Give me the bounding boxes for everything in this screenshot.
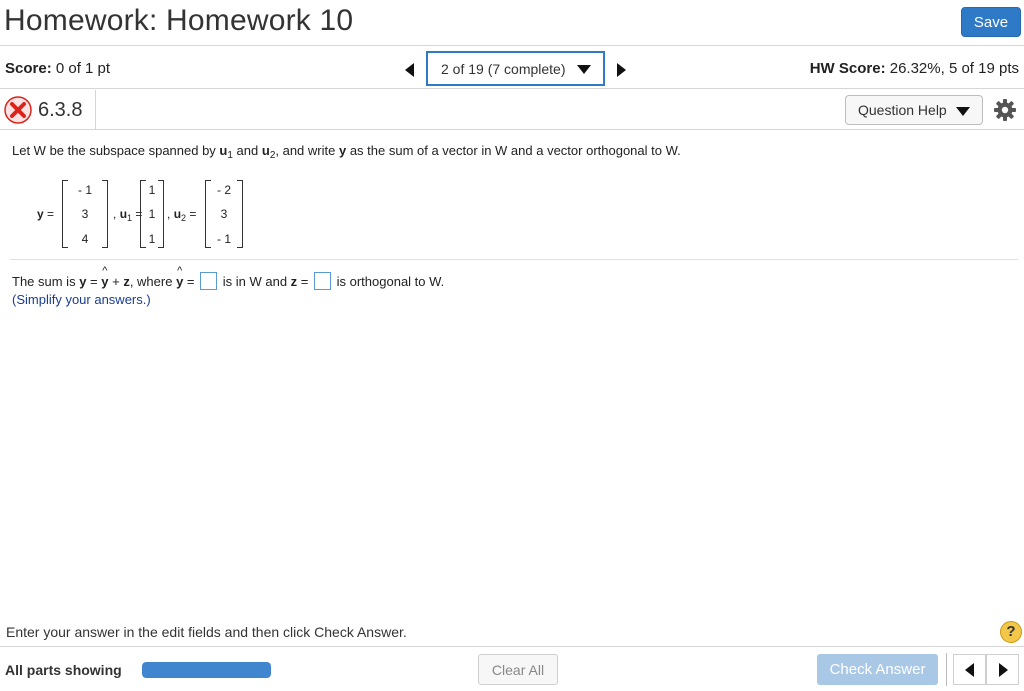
matrix-cell: 1 (148, 207, 156, 221)
help-question-icon[interactable]: ? (1000, 621, 1022, 643)
matrix-cell: 3 (220, 207, 228, 221)
footer-bar: All parts showing Clear All Check Answer (0, 646, 1024, 691)
statement-text: , where (129, 274, 177, 289)
statement-text: is orthogonal to W. (336, 274, 445, 289)
equals-sign: = (86, 274, 102, 289)
matrix-cell: 4 (81, 232, 89, 246)
question-bar: 6.3.8 Question Help (0, 90, 1024, 130)
prompt-text: , and write (275, 143, 339, 158)
next-question-icon[interactable] (607, 55, 637, 85)
comma: , (113, 207, 117, 221)
prompt-text: Let W be the subspace spanned by (12, 143, 220, 158)
z-answer-field[interactable] (314, 272, 331, 290)
save-button[interactable]: Save (961, 7, 1021, 37)
score-label: Score: (5, 60, 52, 77)
matrix-cell: - 1 (77, 183, 92, 197)
y-hat-symbol: y (101, 265, 108, 289)
u1-subscript: 1 (127, 213, 133, 223)
page-title: Homework: Homework 10 (4, 4, 354, 37)
matrix-cell: - 2 (216, 183, 231, 197)
matrix-cell: 3 (81, 207, 89, 221)
simplify-hint: (Simplify your answers.) (12, 292, 151, 307)
equals-sign: = (47, 207, 55, 221)
answer-statement: The sum is y = y + z, where y = is in W … (12, 265, 445, 290)
chevron-down-icon (577, 65, 591, 74)
u2-vector-label: , u2 = (167, 207, 196, 223)
incorrect-x-icon (4, 96, 32, 124)
question-selector-dropdown[interactable]: 2 of 19 (7 complete) (426, 51, 605, 86)
y-hat-answer-field[interactable] (200, 272, 218, 290)
comma: , (167, 207, 171, 221)
matrix-cell: 1 (148, 183, 156, 197)
question-selector-label: 2 of 19 (7 complete) (441, 61, 566, 77)
next-question-icon[interactable] (986, 654, 1019, 685)
previous-question-icon[interactable] (953, 654, 986, 685)
question-number: 6.3.8 (38, 99, 83, 121)
matrix-cell: - 1 (216, 232, 231, 246)
y-vector-label: y = (37, 207, 54, 221)
question-help-button[interactable]: Question Help (845, 95, 983, 125)
u2-subscript: 2 (181, 213, 187, 223)
hw-score-value: 26.32%, 5 of 19 pts (889, 60, 1019, 77)
prompt-text: as the sum of a vector in W and a vector… (346, 143, 681, 158)
header-bar: Homework: Homework 10 Save (0, 0, 1024, 46)
u2-symbol: u (173, 207, 182, 221)
score-value: 0 of 1 pt (55, 60, 111, 77)
statement-text: The sum is (12, 274, 80, 289)
parts-progress-bar (142, 662, 271, 678)
score-display: Score: 0 of 1 pt (5, 60, 110, 77)
hw-score-label: HW Score: (809, 60, 886, 77)
u2-symbol: u (261, 143, 270, 158)
progress-fill (142, 662, 271, 678)
divider (946, 653, 947, 686)
u1-vector-label: , u1 = (113, 207, 142, 223)
u1-symbol: u (119, 207, 128, 221)
equals-sign: = (183, 274, 199, 289)
question-help-label: Question Help (858, 102, 947, 118)
y-symbol: y (37, 207, 44, 221)
prompt-text: and (232, 143, 262, 158)
parts-showing-label: All parts showing (5, 662, 122, 678)
chevron-down-icon (956, 107, 970, 116)
gear-icon[interactable] (993, 98, 1017, 122)
equals-sign: = (189, 207, 197, 221)
instructions-text: Enter your answer in the edit fields and… (6, 624, 407, 640)
u2-vector-matrix: - 2 3 - 1 (205, 180, 243, 248)
u1-vector-matrix: 1 1 1 (140, 180, 164, 248)
y-hat-symbol: y (176, 265, 183, 289)
divider (95, 90, 96, 130)
hw-score-display: HW Score: 26.32%, 5 of 19 pts (810, 60, 1019, 77)
score-bar: Score: 0 of 1 pt 2 of 19 (7 complete) HW… (0, 47, 1024, 89)
y-vector-matrix: - 1 3 4 (62, 180, 108, 248)
previous-question-icon[interactable] (395, 55, 425, 85)
plus-sign: + (108, 274, 124, 289)
statement-text: is in W and (222, 274, 291, 289)
check-answer-button[interactable]: Check Answer (817, 654, 938, 685)
matrix-cell: 1 (148, 232, 156, 246)
question-prompt: Let W be the subspace spanned by u1 and … (12, 143, 681, 161)
equals-sign: = (297, 274, 312, 289)
clear-all-button[interactable]: Clear All (478, 654, 558, 685)
divider (10, 259, 1018, 260)
